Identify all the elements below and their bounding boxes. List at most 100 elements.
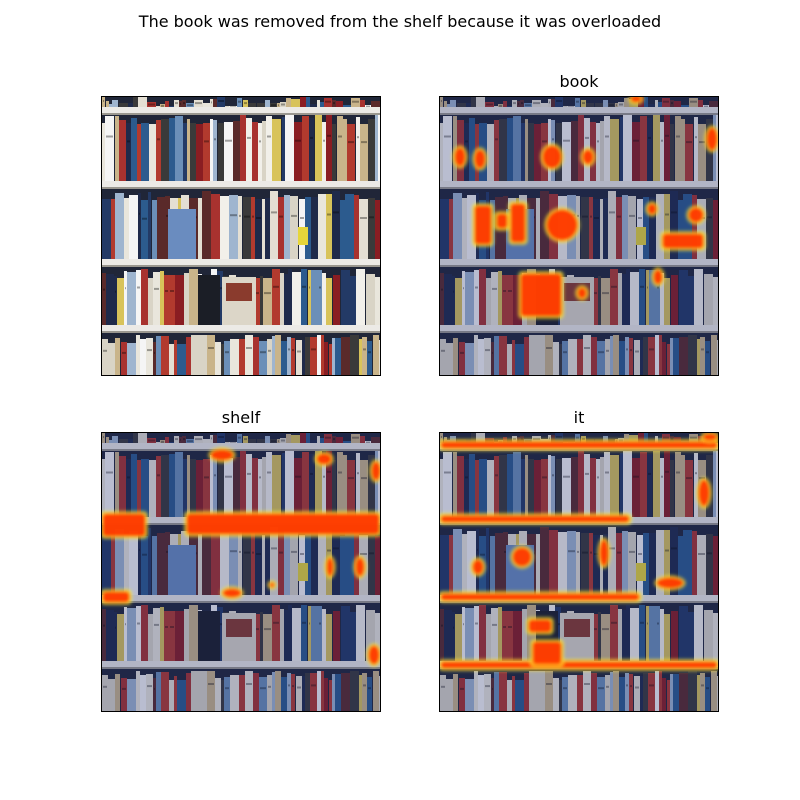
book-spine [379, 340, 380, 375]
book-spine [127, 343, 136, 375]
book-spine [207, 335, 215, 375]
book-spine [294, 122, 302, 181]
book-spine [156, 106, 160, 107]
book-spine [275, 335, 281, 375]
book-spine [160, 271, 164, 325]
book-spine [285, 115, 294, 181]
book-spine [362, 337, 367, 375]
book-spine [218, 123, 224, 181]
book-spine [102, 199, 111, 259]
book-spine [246, 118, 252, 181]
book-spine [138, 97, 147, 107]
book-spine [375, 277, 380, 325]
book-spine [270, 191, 278, 259]
book-spine [317, 335, 321, 375]
book-spine [157, 197, 165, 259]
book-spine [373, 335, 379, 375]
bookshelf-original-panel [101, 96, 381, 376]
bookshelf-image [102, 433, 380, 711]
book-spine [302, 340, 305, 375]
figure-title: The book was removed from the shelf beca… [138, 12, 662, 31]
book-spine [141, 269, 148, 325]
book-spine [213, 120, 217, 181]
book-spine [262, 121, 266, 181]
book-spine [356, 269, 365, 325]
book-spine [317, 100, 320, 107]
book-spine [310, 337, 317, 375]
book-spine [225, 106, 229, 107]
book-spine [175, 275, 184, 325]
book-spine [141, 123, 149, 181]
book-spine [282, 117, 285, 181]
book-spine [211, 194, 220, 259]
book-spine [119, 103, 128, 107]
book-spine [257, 103, 265, 107]
book-spine [124, 271, 127, 325]
book-spine [106, 101, 109, 107]
book-spine [280, 273, 284, 325]
book-spine [360, 100, 365, 107]
book-spine [153, 272, 160, 325]
book-spine [301, 269, 307, 325]
panel-title-it: it [573, 408, 585, 427]
book-spine [131, 118, 137, 181]
book-spine [153, 342, 156, 375]
book-spine [329, 344, 332, 375]
book-spine [341, 270, 350, 325]
book-spine [326, 194, 332, 259]
book-spine [221, 344, 224, 375]
book-spine [324, 342, 328, 375]
book-spine [229, 195, 238, 259]
book-spine [161, 336, 169, 375]
book-spine [278, 197, 284, 259]
book-spine [302, 116, 309, 181]
book-spine [126, 123, 131, 181]
book-spine [308, 270, 311, 325]
book-spine [265, 100, 270, 107]
book-spine [136, 335, 140, 375]
book-spine [306, 97, 310, 107]
book-spine [318, 194, 326, 259]
book-spine [220, 196, 229, 259]
book-spine [284, 274, 288, 325]
book-spine [149, 124, 156, 181]
panel-title-book: book [559, 72, 599, 91]
book-spine [200, 335, 207, 375]
book-spine [253, 337, 259, 375]
book-spine [177, 344, 186, 375]
book-spine [203, 103, 210, 107]
book-spine [112, 100, 118, 107]
book-spine [238, 196, 242, 259]
book-spine [137, 124, 141, 181]
book-spine [196, 124, 203, 181]
book-spine [109, 104, 112, 107]
book-spine [148, 278, 153, 325]
book-spine [359, 199, 368, 259]
book-spine [165, 101, 169, 107]
book-spine [341, 337, 350, 375]
book-spine [210, 119, 213, 181]
book-spine [366, 274, 375, 325]
book-spine [183, 123, 187, 181]
book-spine [359, 339, 362, 375]
book-spine [281, 341, 287, 375]
book-spine [305, 337, 310, 375]
book-spine [243, 197, 251, 259]
book-spine [117, 278, 124, 325]
book-spine [140, 339, 146, 375]
book-spine [368, 198, 375, 259]
book-spine [191, 335, 200, 375]
book-spine [175, 116, 183, 181]
bookshelf-heatmap-shelf-panel [101, 432, 381, 712]
book-spine [240, 115, 246, 181]
bookshelf-heatmap-it-panel [439, 432, 719, 712]
book-spine [322, 122, 326, 181]
book-spine [300, 97, 306, 107]
book-spine [290, 196, 298, 259]
book-spine [138, 193, 141, 259]
book-spine [336, 101, 343, 107]
book-spine [102, 123, 105, 181]
book-spine [129, 195, 138, 259]
book-spine [315, 115, 322, 181]
bookshelf-image [102, 97, 380, 375]
